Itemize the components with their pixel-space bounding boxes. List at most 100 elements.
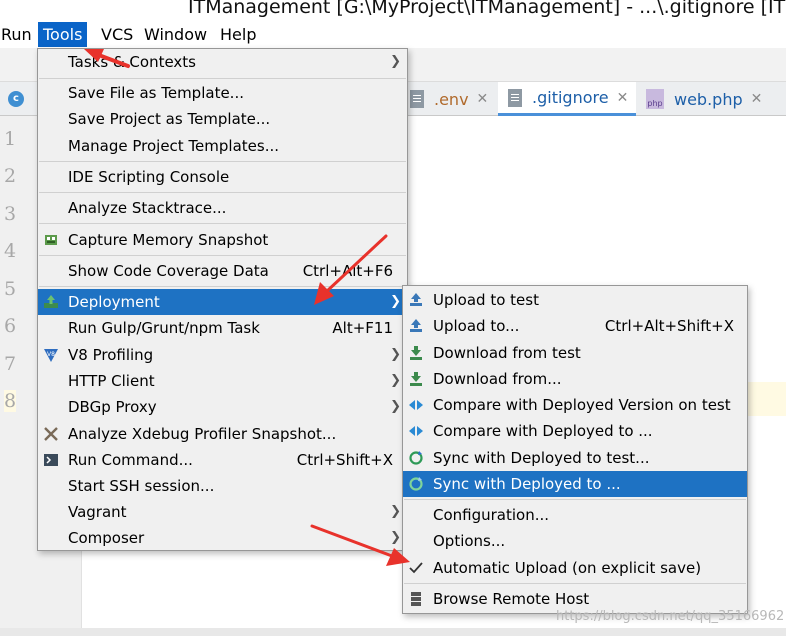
menu-item-label: Save File as Template... xyxy=(68,84,244,102)
menu-item-tasks-contexts[interactable]: Tasks & Contexts ❯ xyxy=(38,49,407,75)
tab-gitignore[interactable]: .gitignore ✕ xyxy=(498,82,637,116)
menu-item-show-code-coverage[interactable]: Show Code Coverage Data Ctrl+Alt+F6 xyxy=(38,258,407,284)
menu-run[interactable]: Run xyxy=(0,22,37,47)
menu-item-analyze-stacktrace[interactable]: Analyze Stacktrace... xyxy=(38,195,407,221)
tools-menu: Tasks & Contexts ❯ Save File as Template… xyxy=(37,48,408,551)
menu-item-label: Manage Project Templates... xyxy=(68,137,280,155)
chevron-right-icon: ❯ xyxy=(390,294,401,309)
menu-item-save-project-template[interactable]: Save Project as Template... xyxy=(38,106,407,132)
checkmark-icon xyxy=(407,559,425,577)
menu-separator xyxy=(39,78,406,79)
menu-item-label: Upload to test xyxy=(433,291,539,309)
close-icon[interactable]: ✕ xyxy=(617,90,629,106)
menu-item-manage-templates[interactable]: Manage Project Templates... xyxy=(38,133,407,159)
menu-item-sync-deployed-to[interactable]: Sync with Deployed to ... xyxy=(403,471,747,497)
tab-env[interactable]: .env ✕ xyxy=(408,82,496,116)
terminal-icon xyxy=(42,451,60,469)
line-number: 7 xyxy=(4,353,17,375)
menu-item-capture-memory-snapshot[interactable]: Capture Memory Snapshot xyxy=(38,227,407,253)
memory-snapshot-icon xyxy=(42,231,60,249)
menu-item-download-from[interactable]: Download from... xyxy=(403,366,747,392)
menu-item-options[interactable]: Options... xyxy=(403,528,747,554)
compare-icon xyxy=(407,396,425,414)
xdebug-icon xyxy=(42,425,60,443)
menu-item-label: IDE Scripting Console xyxy=(68,168,230,186)
menu-item-label: Download from test xyxy=(433,344,581,362)
menu-item-label: Options... xyxy=(433,532,506,550)
title-bar: ITManagement [G:\MyProject\ITManagement]… xyxy=(0,0,786,20)
menu-help[interactable]: Help xyxy=(215,22,261,47)
menu-item-label: Capture Memory Snapshot xyxy=(68,231,269,249)
text-file-icon xyxy=(410,90,424,108)
chevron-right-icon: ❯ xyxy=(390,504,401,519)
menu-item-label: Start SSH session... xyxy=(68,477,215,495)
menu-bar: Run Tools VCS Window Help xyxy=(0,20,786,48)
menu-separator xyxy=(39,286,406,287)
compare-icon xyxy=(407,422,425,440)
menu-item-v8-profiling[interactable]: V8 V8 Profiling ❯ xyxy=(38,342,407,368)
menu-item-run-command[interactable]: Run Command... Ctrl+Shift+X xyxy=(38,447,407,473)
menu-separator xyxy=(39,223,406,224)
sync-icon xyxy=(407,449,425,467)
menu-item-label: Compare with Deployed Version on test xyxy=(433,396,731,414)
menu-item-upload-to[interactable]: Upload to... Ctrl+Alt+Shift+X xyxy=(403,313,747,339)
menu-item-label: DBGp Proxy xyxy=(68,398,157,416)
chevron-right-icon: ❯ xyxy=(390,373,401,388)
menu-separator xyxy=(39,161,406,162)
menu-item-ide-scripting-console[interactable]: IDE Scripting Console xyxy=(38,164,407,190)
tab-label: web.php xyxy=(674,89,743,109)
menu-item-start-ssh[interactable]: Start SSH session... xyxy=(38,473,407,499)
upload-icon xyxy=(407,291,425,309)
menu-item-automatic-upload[interactable]: Automatic Upload (on explicit save) xyxy=(403,555,747,581)
menu-item-download-from-test[interactable]: Download from test xyxy=(403,340,747,366)
menu-item-upload-to-test[interactable]: Upload to test xyxy=(403,287,747,313)
chevron-right-icon: ❯ xyxy=(390,347,401,362)
menu-vcs[interactable]: VCS xyxy=(96,22,138,47)
menu-item-label: Composer xyxy=(68,529,145,547)
menu-item-label: Download from... xyxy=(433,370,562,388)
line-number: 3 xyxy=(4,203,17,225)
watermark: https://blog.csdn.net/qq_35166962 xyxy=(556,609,785,624)
menu-item-label: Vagrant xyxy=(68,503,127,521)
chevron-right-icon: ❯ xyxy=(390,399,401,414)
close-icon[interactable]: ✕ xyxy=(751,91,763,107)
deployment-submenu: Upload to test Upload to... Ctrl+Alt+Shi… xyxy=(402,285,748,614)
menu-tools[interactable]: Tools xyxy=(38,22,88,47)
menu-window[interactable]: Window xyxy=(139,22,212,47)
menu-item-compare-deployed-test[interactable]: Compare with Deployed Version on test xyxy=(403,392,747,418)
menu-item-shortcut: Alt+F11 xyxy=(332,319,393,337)
menu-item-dbgp-proxy[interactable]: DBGp Proxy ❯ xyxy=(38,394,407,420)
menu-item-composer[interactable]: Composer ❯ xyxy=(38,525,407,551)
menu-item-save-file-template[interactable]: Save File as Template... xyxy=(38,80,407,106)
menu-item-http-client[interactable]: HTTP Client ❯ xyxy=(38,368,407,394)
v8-icon: V8 xyxy=(42,346,60,364)
line-number: 4 xyxy=(4,240,17,262)
server-icon xyxy=(407,590,425,608)
menu-item-configuration[interactable]: Configuration... xyxy=(403,502,747,528)
menu-separator xyxy=(404,583,746,584)
close-icon[interactable]: ✕ xyxy=(477,91,489,107)
line-number: 6 xyxy=(4,315,17,337)
tab-label: .gitignore xyxy=(532,88,609,107)
menu-item-label: Tasks & Contexts xyxy=(68,53,196,71)
php-file-icon: php xyxy=(646,89,664,109)
menu-item-label: V8 Profiling xyxy=(68,346,154,364)
menu-item-sync-deployed-test[interactable]: Sync with Deployed to test... xyxy=(403,445,747,471)
menu-item-label: Automatic Upload (on explicit save) xyxy=(433,559,702,577)
menu-item-label: Compare with Deployed to ... xyxy=(433,422,653,440)
menu-item-compare-deployed-to[interactable]: Compare with Deployed to ... xyxy=(403,418,747,444)
class-c-icon: c xyxy=(8,91,24,107)
menu-separator xyxy=(404,499,746,500)
text-file-icon xyxy=(508,88,522,107)
menu-item-label: Analyze Stacktrace... xyxy=(68,199,227,217)
menu-item-deployment[interactable]: Deployment ❯ xyxy=(38,289,407,315)
tab-web-php[interactable]: php web.php ✕ xyxy=(638,82,770,116)
line-number: 8 xyxy=(4,390,17,412)
menu-item-label: Save Project as Template... xyxy=(68,110,271,128)
menu-item-shortcut: Ctrl+Shift+X xyxy=(296,451,393,469)
menu-item-run-gulp-grunt-npm[interactable]: Run Gulp/Grunt/npm Task Alt+F11 xyxy=(38,315,407,341)
menu-item-vagrant[interactable]: Vagrant ❯ xyxy=(38,499,407,525)
tab-overflow-badge[interactable]: c xyxy=(8,82,24,116)
menu-separator xyxy=(39,192,406,193)
menu-item-analyze-xdebug[interactable]: Analyze Xdebug Profiler Snapshot... xyxy=(38,421,407,447)
